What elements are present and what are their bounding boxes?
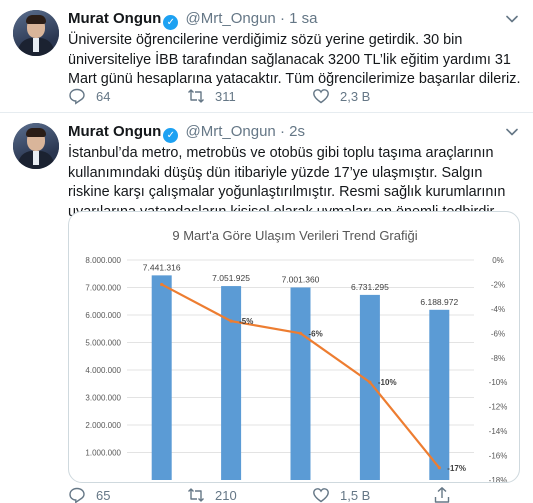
bar xyxy=(151,275,172,480)
like-count: 1,5 B xyxy=(340,487,371,503)
timestamp[interactable]: 1 sa xyxy=(289,10,317,27)
tweet-1[interactable]: Murat Ongun ✓ @Mrt_Ongun · 1 sa Üniversit… xyxy=(0,0,533,113)
chart-image[interactable]: 9 Mart'a Göre Ulaşım Verileri Trend Graf… xyxy=(68,211,520,483)
reply-icon xyxy=(69,88,85,105)
chart-title: 9 Mart'a Göre Ulaşım Verileri Trend Graf… xyxy=(172,228,417,243)
trend-chart: 9 Mart'a Göre Ulaşım Verileri Trend Graf… xyxy=(85,228,508,483)
tweet-actions: 64 311 2,3 B xyxy=(68,87,508,107)
separator: · xyxy=(279,10,285,27)
y-tick-right: -10% xyxy=(489,378,508,387)
y-tick-left: 6.000.000 xyxy=(85,311,121,320)
retweet-button[interactable]: 210 xyxy=(187,486,237,503)
bar-value-label: 6.188.972 xyxy=(420,297,458,307)
author-name[interactable]: Murat Ongun xyxy=(68,10,161,27)
retweet-icon xyxy=(188,488,204,502)
avatar[interactable] xyxy=(13,123,59,169)
verified-badge-icon: ✓ xyxy=(163,15,179,30)
line-point xyxy=(160,282,164,287)
tweet-header: Murat Ongun ✓ @Mrt_Ongun · 1 sa xyxy=(68,10,317,30)
line-point xyxy=(229,319,233,323)
reply-count: 64 xyxy=(96,88,111,104)
line-point xyxy=(437,466,441,470)
chevron-down-icon[interactable] xyxy=(505,125,519,139)
bar-value-label: 6.731.295 xyxy=(351,282,389,292)
line-value-label: -17% xyxy=(447,464,466,473)
bar xyxy=(290,287,311,480)
verified-badge-icon: ✓ xyxy=(163,128,179,143)
y-tick-left: 7.000.000 xyxy=(85,284,121,293)
retweet-button[interactable]: 311 xyxy=(187,87,236,105)
y-tick-right: -2% xyxy=(491,280,505,289)
reply-count: 65 xyxy=(96,487,111,503)
like-button[interactable]: 2,3 B xyxy=(312,87,370,105)
line-value-label: -5% xyxy=(239,317,253,326)
y-tick-right: 0% xyxy=(492,256,504,265)
avatar[interactable] xyxy=(13,10,59,56)
line-point xyxy=(368,380,372,384)
y-tick-left: 1.000.000 xyxy=(85,449,121,458)
separator: · xyxy=(279,123,285,140)
tweet-header: Murat Ongun ✓ @Mrt_Ongun · 2s xyxy=(68,123,305,143)
retweet-count: 210 xyxy=(215,487,237,503)
author-handle[interactable]: @Mrt_Ongun xyxy=(186,123,276,140)
reply-button[interactable]: 64 xyxy=(68,87,110,105)
bar xyxy=(221,286,242,480)
line-value-label: -10% xyxy=(378,378,397,387)
tweet-text: Üniversite öğrencilerine verdiğimiz sözü… xyxy=(68,32,521,87)
y-tick-right: -6% xyxy=(491,329,505,338)
reply-icon xyxy=(69,487,85,503)
y-tick-left: 5.000.000 xyxy=(85,339,121,348)
author-handle[interactable]: @Mrt_Ongun xyxy=(186,10,276,27)
retweet-icon xyxy=(188,89,204,103)
y-tick-left: 8.000.000 xyxy=(85,256,121,265)
tweet-actions: 65 210 1,5 B xyxy=(68,486,508,503)
share-icon xyxy=(434,487,450,503)
retweet-count: 311 xyxy=(215,88,236,104)
y-tick-right: -14% xyxy=(489,427,508,436)
reply-button[interactable]: 65 xyxy=(68,486,110,503)
line-value-label: -6% xyxy=(309,329,323,338)
y-tick-left: 2.000.000 xyxy=(85,421,121,430)
chevron-down-icon[interactable] xyxy=(505,12,519,26)
bar xyxy=(429,309,450,480)
author-name[interactable]: Murat Ongun xyxy=(68,123,161,140)
y-tick-right: -18% xyxy=(489,476,508,483)
heart-icon xyxy=(313,488,329,503)
y-tick-right: -12% xyxy=(489,403,508,412)
heart-icon xyxy=(313,89,329,104)
y-tick-right: -16% xyxy=(489,452,508,461)
share-button[interactable] xyxy=(433,486,451,503)
y-tick-right: -8% xyxy=(491,354,505,363)
bar-value-label: 7.441.316 xyxy=(143,262,181,272)
bar xyxy=(359,294,380,480)
y-tick-left: 4.000.000 xyxy=(85,366,121,375)
line-point xyxy=(298,331,303,335)
bar-value-label: 7.001.360 xyxy=(282,274,320,284)
y-tick-right: -4% xyxy=(491,305,505,314)
like-button[interactable]: 1,5 B xyxy=(312,486,370,503)
timestamp[interactable]: 2s xyxy=(289,123,305,140)
y-tick-left: 3.000.000 xyxy=(85,394,121,403)
bar-value-label: 7.051.925 xyxy=(212,273,250,283)
like-count: 2,3 B xyxy=(340,88,371,104)
